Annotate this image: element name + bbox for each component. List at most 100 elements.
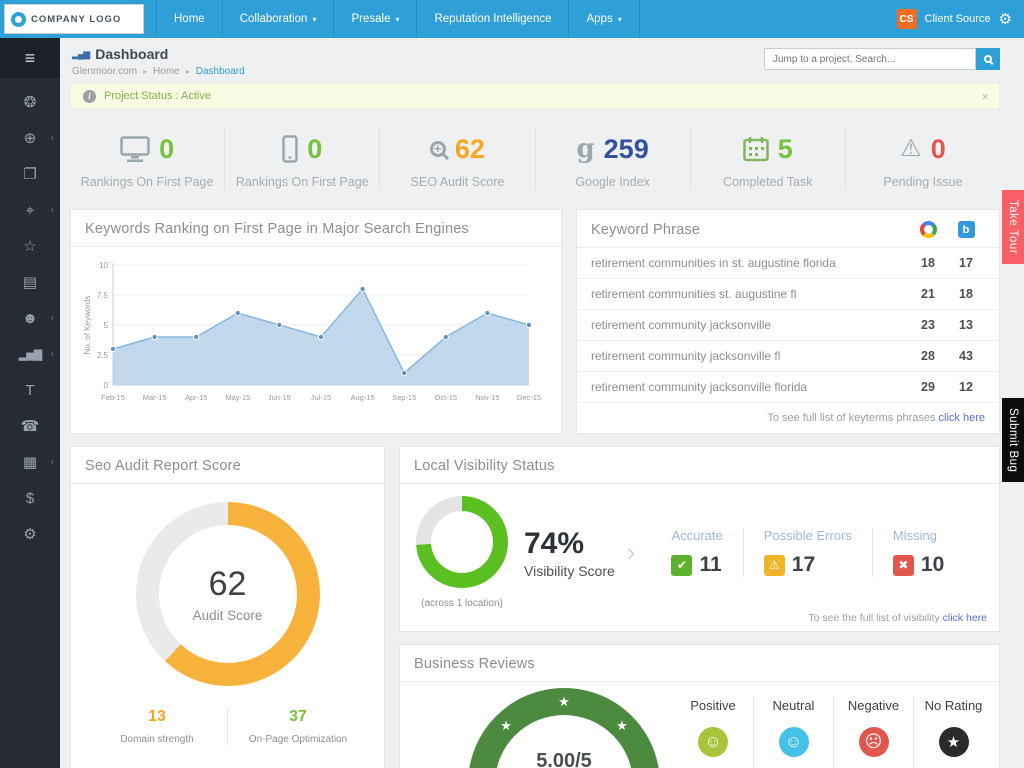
review-rating: 5.00/5 bbox=[536, 750, 592, 768]
stat-rankings-desktop: 0 Rankings On First Page bbox=[70, 127, 225, 189]
nav-item-reputation-intelligence[interactable]: Reputation Intelligence bbox=[416, 0, 568, 38]
sidebar-item-documents[interactable]: ▤ bbox=[0, 264, 60, 300]
stat-value: 0 bbox=[931, 136, 946, 163]
sidebar-item-billing[interactable]: $ bbox=[0, 480, 60, 516]
google-rank: 28 bbox=[909, 349, 947, 363]
keywords-chart: 02.557.510Feb-15Mar-15Apr-15May-15Jun-15… bbox=[71, 247, 561, 418]
onpage-optimization-metric: 37 On-Page Optimization bbox=[227, 708, 368, 745]
sidebar-menu-toggle[interactable]: ≡ bbox=[0, 38, 60, 78]
card-title: Business Reviews bbox=[414, 656, 535, 672]
search-button[interactable] bbox=[976, 48, 1000, 70]
keyword-phrase: retirement communities in st. augustine … bbox=[591, 256, 909, 270]
gears-icon: ⚙ bbox=[23, 525, 36, 543]
google-g-icon: g bbox=[576, 136, 594, 162]
globe-icon: ⊕ bbox=[24, 129, 37, 147]
keyterms-click-here-link[interactable]: click here bbox=[939, 412, 985, 424]
stat-google-index: g 259 Google Index bbox=[536, 127, 691, 189]
sidebar-item-users[interactable]: ☻› bbox=[0, 300, 60, 336]
submit-bug-tab[interactable]: Submit Bug bbox=[1002, 398, 1024, 482]
client-source-label[interactable]: Client Source bbox=[925, 13, 991, 25]
nav-menu: Home Collaboration▾ Presale▾ Reputation … bbox=[156, 0, 640, 38]
svg-text:Nov-15: Nov-15 bbox=[475, 393, 499, 402]
chevron-right-icon: › bbox=[51, 349, 54, 360]
keyword-row: retirement community jacksonville fl 28 … bbox=[577, 341, 999, 372]
business-reviews-card: Business Reviews ★ ★ ★ ★ ★ ★ ★ 5.00/5 bbox=[399, 644, 1000, 768]
search-input[interactable] bbox=[764, 48, 976, 70]
gear-icon[interactable]: ⚙ bbox=[999, 10, 1012, 28]
top-navbar: COMPANY LOGO Home Collaboration▾ Presale… bbox=[0, 0, 1024, 38]
nav-item-home[interactable]: Home bbox=[156, 0, 222, 38]
review-columns: Positive ☺ Neutral ☺ Negative ☹ No Rat bbox=[673, 696, 993, 768]
domain-strength-metric: 13 Domain strength bbox=[87, 708, 227, 745]
sidebar-item-contact[interactable]: ☎ bbox=[0, 408, 60, 444]
bing-rank: 17 bbox=[947, 256, 985, 270]
stat-value: 259 bbox=[604, 136, 649, 163]
column-label: No Rating bbox=[914, 698, 993, 713]
stat-value: 0 bbox=[307, 136, 322, 163]
stat-label: Rankings On First Page bbox=[229, 175, 375, 189]
sidebar-item-analytics[interactable]: ▂▅▇› bbox=[0, 336, 60, 372]
sidebar-item-search[interactable]: ⌖› bbox=[0, 192, 60, 228]
sidebar-item-pages[interactable]: ❐ bbox=[0, 156, 60, 192]
nav-item-collaboration[interactable]: Collaboration▾ bbox=[222, 0, 334, 38]
audit-metrics: 13 Domain strength 37 On-Page Optimizati… bbox=[87, 708, 368, 745]
google-rank: 23 bbox=[909, 318, 947, 332]
keyword-row: retirement community jacksonville florid… bbox=[577, 372, 999, 403]
sidebar-item-dashboard[interactable]: ❂ bbox=[0, 84, 60, 120]
page-header: ▂▄▆ Dashboard Glenmoor.com ▸ Home ▸ Dash… bbox=[70, 38, 1000, 83]
keyword-phrase: retirement community jacksonville bbox=[591, 318, 909, 332]
audit-score-label: Audit Score bbox=[193, 608, 263, 623]
smiley-positive-icon: ☺ bbox=[698, 727, 728, 757]
google-rank: 21 bbox=[909, 287, 947, 301]
sidebar-item-modules[interactable]: ▦› bbox=[0, 444, 60, 480]
keyword-row: retirement community jacksonville 23 13 bbox=[577, 310, 999, 341]
search-icon bbox=[984, 55, 992, 63]
svg-text:Jun-15: Jun-15 bbox=[268, 393, 291, 402]
svg-text:May-15: May-15 bbox=[225, 393, 250, 402]
footer-text: To see full list of keyterms phrases bbox=[767, 412, 935, 424]
chevron-down-icon: ▾ bbox=[312, 15, 316, 24]
nav-right: CS Client Source ⚙ bbox=[897, 0, 1024, 38]
warning-icon: ⚠ bbox=[900, 137, 922, 161]
nav-item-apps[interactable]: Apps▾ bbox=[568, 0, 639, 38]
company-logo[interactable]: COMPANY LOGO bbox=[4, 4, 144, 34]
bing-icon: b bbox=[958, 221, 975, 238]
keyword-phrase: retirement communities st. augustine fl bbox=[591, 287, 909, 301]
magnifier-plus-icon bbox=[430, 141, 446, 157]
client-source-badge[interactable]: CS bbox=[897, 9, 917, 29]
smiley-negative-icon: ☹ bbox=[859, 727, 889, 757]
stat-label: Google Index bbox=[540, 175, 686, 189]
nav-item-presale[interactable]: Presale▾ bbox=[333, 0, 416, 38]
breadcrumb-home[interactable]: Home bbox=[153, 66, 180, 77]
card-title: Keywords Ranking on First Page in Major … bbox=[85, 221, 469, 237]
info-icon: i bbox=[83, 90, 96, 103]
take-tour-tab[interactable]: Take Tour bbox=[1002, 190, 1024, 264]
visibility-click-here-link[interactable]: click here bbox=[943, 612, 987, 624]
nav-label: Home bbox=[174, 13, 205, 25]
stat-label: Possible Errors bbox=[764, 528, 852, 543]
nav-label: Reputation Intelligence bbox=[434, 13, 551, 25]
close-icon[interactable]: × bbox=[981, 89, 989, 104]
audit-donut: 62 Audit Score bbox=[136, 502, 320, 686]
seo-audit-card: Seo Audit Report Score 62 Audit Score 13… bbox=[70, 446, 385, 768]
visibility-score-label: Visibility Score bbox=[524, 563, 615, 579]
sidebar-item-favorites[interactable]: ☆ bbox=[0, 228, 60, 264]
stat-value: 10 bbox=[921, 553, 944, 577]
breadcrumb-project[interactable]: Glenmoor.com bbox=[72, 66, 137, 77]
sidebar-item-text-tools[interactable]: T bbox=[0, 372, 60, 408]
svg-text:No. of Keywords: No. of Keywords bbox=[83, 296, 92, 355]
reviews-donut: ★ ★ ★ ★ ★ ★ ★ 5.00/5 bbox=[468, 688, 660, 768]
chevron-right-icon: › bbox=[51, 133, 54, 144]
pages-icon: ❐ bbox=[23, 165, 36, 183]
column-label: Neutral bbox=[754, 698, 833, 713]
users-icon: ☻ bbox=[22, 310, 38, 327]
stat-seo-audit-score: 62 SEO Audit Score bbox=[380, 127, 535, 189]
visibility-footer: To see the full list of visibility click… bbox=[808, 612, 987, 624]
bing-rank: 13 bbox=[947, 318, 985, 332]
alert-text: Project Status : Active bbox=[104, 90, 211, 102]
status-alert: i Project Status : Active × bbox=[70, 83, 1000, 109]
stat-rankings-mobile: 0 Rankings On First Page bbox=[225, 127, 380, 189]
sidebar-item-settings[interactable]: ⚙ bbox=[0, 516, 60, 552]
sidebar-item-seo-tools[interactable]: ⊕› bbox=[0, 120, 60, 156]
stat-value: 11 bbox=[699, 553, 721, 577]
